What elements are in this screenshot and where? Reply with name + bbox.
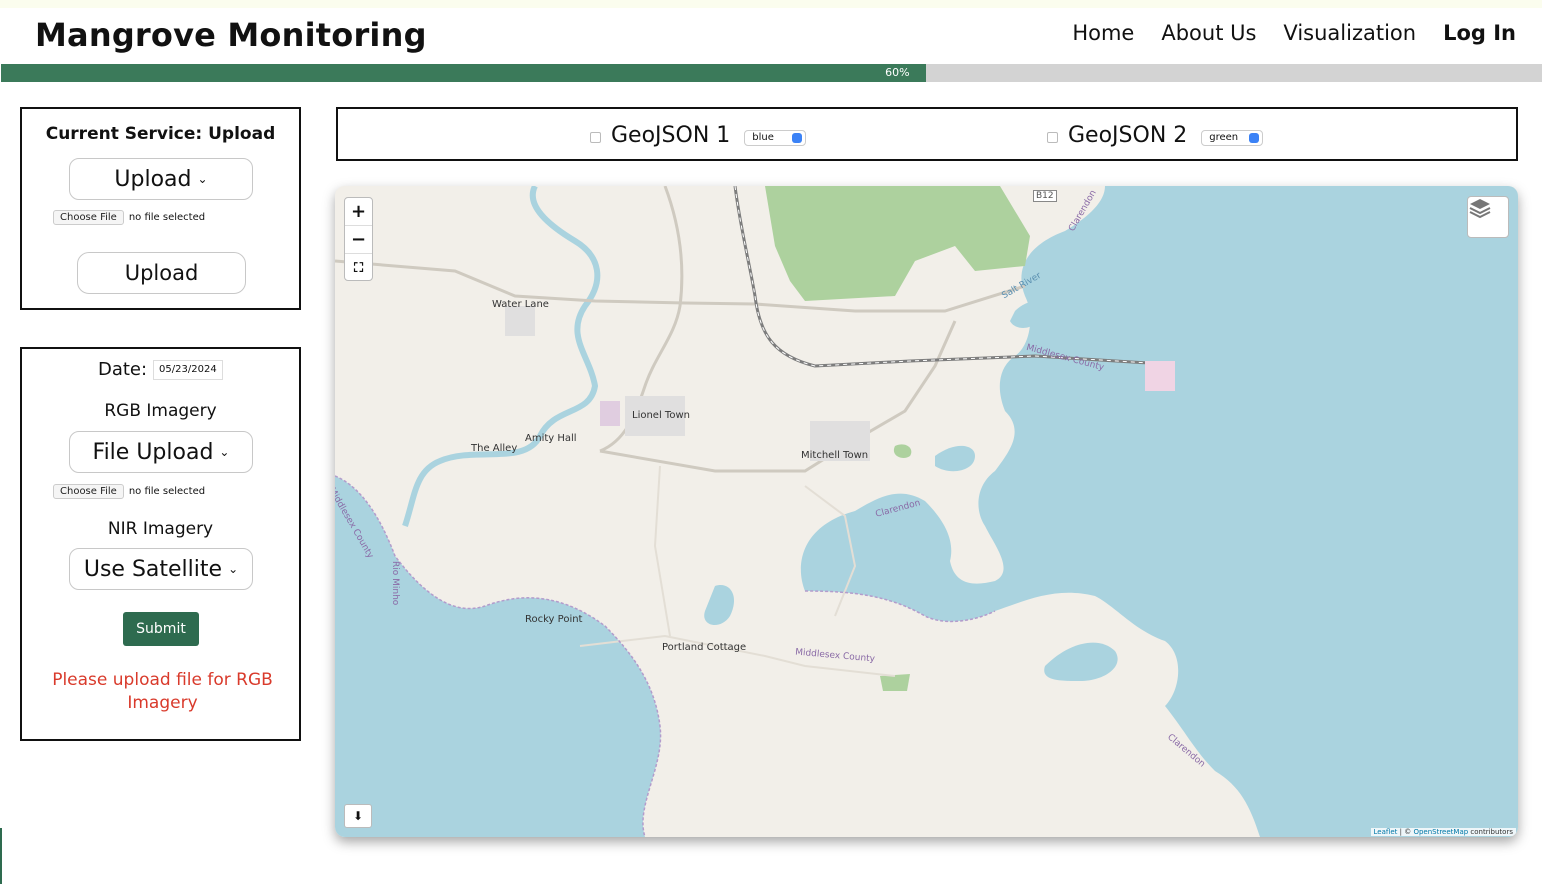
rgb-dropdown-label: File Upload bbox=[92, 439, 214, 465]
map-attribution: Leaflet | © OpenStreetMap contributors bbox=[1370, 828, 1516, 836]
map-label-amity-hall: Amity Hall bbox=[525, 433, 577, 444]
geojson-2-control: GeoJSON 2 green bbox=[1047, 123, 1264, 148]
service-dropdown[interactable]: Upload ⌄ bbox=[69, 158, 253, 200]
error-message: Please upload file for RGB Imagery bbox=[52, 670, 273, 713]
chevron-down-icon: ⌄ bbox=[219, 445, 230, 459]
map-label-portland-cottage: Portland Cottage bbox=[662, 642, 747, 653]
nir-dropdown-label: Use Satellite bbox=[83, 556, 223, 582]
file-status: no file selected bbox=[128, 212, 206, 223]
top-strip bbox=[0, 0, 1542, 8]
geojson-2-checkbox[interactable] bbox=[1047, 132, 1058, 143]
nir-imagery-label: NIR Imagery bbox=[107, 519, 214, 539]
upload-button[interactable]: Upload bbox=[77, 252, 246, 294]
submit-button[interactable]: Submit bbox=[123, 612, 199, 646]
geojson-1-color-value: blue bbox=[752, 132, 774, 143]
map-tiles bbox=[335, 186, 1518, 837]
date-label: Date: bbox=[97, 359, 148, 380]
osm-link[interactable]: OpenStreetMap bbox=[1413, 828, 1468, 836]
geojson-2-color-select[interactable]: green bbox=[1201, 129, 1264, 146]
zoom-out-button[interactable]: − bbox=[345, 226, 372, 254]
current-service-title: Current Service: Upload bbox=[45, 124, 276, 144]
nir-source-dropdown[interactable]: Use Satellite ⌄ bbox=[69, 548, 253, 590]
select-arrow-icon bbox=[1249, 132, 1260, 143]
rgb-imagery-label: RGB Imagery bbox=[104, 401, 217, 421]
nav-home[interactable]: Home bbox=[1072, 21, 1134, 45]
file-status: no file selected bbox=[128, 486, 206, 497]
geojson-1-checkbox[interactable] bbox=[590, 132, 601, 143]
chevron-down-icon: ⌄ bbox=[197, 172, 208, 186]
date-row: Date: 05/23/2024 bbox=[22, 359, 299, 380]
layers-icon[interactable] bbox=[1467, 196, 1509, 238]
map-road-shield: B12 bbox=[1033, 190, 1057, 202]
rgb-file-row: Choose File no file selected bbox=[53, 484, 205, 499]
left-edge-bar bbox=[0, 828, 2, 884]
select-arrow-icon bbox=[792, 132, 803, 143]
rgb-source-dropdown[interactable]: File Upload ⌄ bbox=[69, 431, 253, 473]
geojson-1-color-select[interactable]: blue bbox=[744, 129, 807, 146]
service-panel: Current Service: Upload Upload ⌄ Choose … bbox=[20, 107, 301, 310]
progress-fill: 60% bbox=[1, 64, 926, 82]
chevron-down-icon: ⌄ bbox=[228, 562, 239, 576]
download-icon[interactable]: ⬇ bbox=[344, 804, 372, 828]
map-label-the-alley: The Alley bbox=[471, 443, 518, 454]
main-nav: Home About Us Visualization Log In bbox=[1045, 21, 1516, 45]
choose-file-button[interactable]: Choose File bbox=[53, 484, 124, 499]
layers-glyph bbox=[1469, 199, 1491, 219]
header: Mangrove Monitoring Home About Us Visual… bbox=[0, 8, 1542, 64]
progress-label: 60% bbox=[885, 66, 910, 79]
service-file-row: Choose File no file selected bbox=[53, 210, 205, 225]
geojson-layer-bar: GeoJSON 1 blue GeoJSON 2 green bbox=[336, 107, 1518, 161]
nav-log-in[interactable]: Log In bbox=[1443, 21, 1516, 45]
map-label-rocky-point: Rocky Point bbox=[525, 614, 583, 625]
geojson-1-control: GeoJSON 1 blue bbox=[590, 123, 807, 148]
geojson-2-label: GeoJSON 2 bbox=[1068, 123, 1188, 148]
map-view[interactable]: Water Lane Lionel Town Amity Hall The Al… bbox=[335, 186, 1518, 837]
service-dropdown-label: Upload bbox=[114, 166, 192, 192]
zoom-in-button[interactable]: + bbox=[345, 198, 372, 226]
brand-title: Mangrove Monitoring bbox=[35, 16, 427, 54]
map-river-label: Rio Minho bbox=[390, 561, 400, 606]
choose-file-button[interactable]: Choose File bbox=[53, 210, 124, 225]
attribution-separator: | © bbox=[1399, 828, 1412, 836]
map-label-lionel-town: Lionel Town bbox=[632, 410, 690, 421]
geojson-1-label: GeoJSON 1 bbox=[611, 123, 731, 148]
nav-visualization[interactable]: Visualization bbox=[1283, 21, 1416, 45]
zoom-control: + − ⛶ bbox=[344, 197, 373, 281]
geojson-2-color-value: green bbox=[1209, 132, 1239, 143]
date-input[interactable]: 05/23/2024 bbox=[153, 359, 224, 380]
progress-bar: 60% bbox=[1, 64, 1542, 82]
map-label-water-lane: Water Lane bbox=[492, 299, 549, 310]
fullscreen-icon[interactable]: ⛶ bbox=[345, 254, 372, 282]
imagery-form-panel: Date: 05/23/2024 RGB Imagery File Upload… bbox=[20, 347, 301, 741]
map-label-mitchell-town: Mitchell Town bbox=[801, 450, 869, 461]
attribution-tail: contributors bbox=[1470, 828, 1513, 836]
nav-about-us[interactable]: About Us bbox=[1161, 21, 1256, 45]
leaflet-link[interactable]: Leaflet bbox=[1374, 828, 1398, 836]
